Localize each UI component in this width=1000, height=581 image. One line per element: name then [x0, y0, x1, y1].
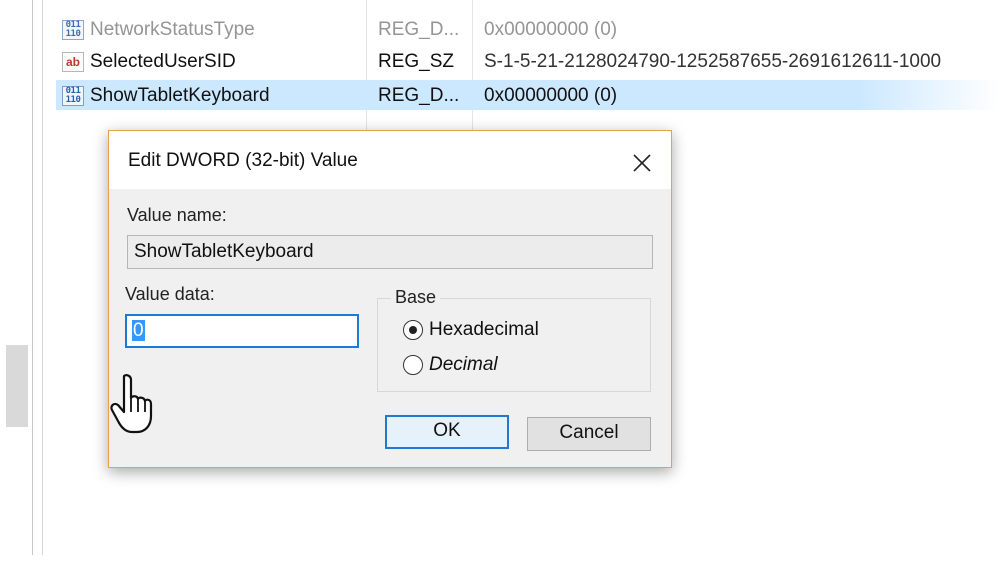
value-data-input[interactable]: 0 [125, 314, 359, 348]
value-data: 0x00000000 (0) [484, 19, 618, 40]
dialog-titlebar[interactable]: Edit DWORD (32-bit) Value [109, 131, 671, 189]
hand-pointer-cursor-icon [110, 374, 153, 434]
radio-circle-icon [403, 355, 423, 375]
registry-value-row-selected[interactable]: 011 110 ShowTabletKeyboard REG_D... 0x000… [56, 80, 1000, 110]
radio-circle-icon [403, 320, 423, 340]
string-value-icon: ab [62, 52, 84, 72]
registry-value-row[interactable]: 011 110 NetworkStatusType REG_D... 0x0000… [56, 14, 1000, 44]
value-type: REG_D... [378, 85, 460, 106]
ok-button[interactable]: OK [385, 415, 509, 449]
value-data-text: 0 [132, 320, 145, 341]
value-data-label: Value data: [125, 284, 215, 304]
close-button[interactable] [621, 145, 661, 179]
pane-border [42, 0, 43, 555]
base-label: Base [391, 287, 441, 308]
cancel-button[interactable]: Cancel [527, 417, 651, 451]
decimal-label: Decimal [429, 354, 498, 375]
binary-value-icon: 011 110 [62, 20, 84, 40]
value-name: ShowTabletKeyboard [90, 85, 270, 106]
base-groupbox [377, 298, 651, 392]
close-icon [633, 154, 651, 172]
hexadecimal-label: Hexadecimal [429, 319, 539, 340]
value-type: REG_D... [378, 19, 460, 40]
dialog-title: Edit DWORD (32-bit) Value [128, 150, 358, 171]
radio-selected-dot [409, 326, 417, 334]
tree-scrollbar-thumb[interactable] [6, 345, 28, 427]
value-name-label: Value name: [127, 205, 227, 225]
value-type: REG_SZ [378, 51, 455, 72]
pane-splitter[interactable] [32, 0, 33, 555]
value-data: S-1-5-21-2128024790-1252587655-269161261… [484, 51, 942, 72]
value-name: SelectedUserSID [90, 51, 236, 72]
edit-dword-dialog: Edit DWORD (32-bit) Value Value name: Sh… [108, 130, 672, 468]
value-name: NetworkStatusType [90, 19, 255, 40]
value-name-field: ShowTabletKeyboard [127, 235, 653, 269]
binary-value-icon: 011 110 [62, 86, 84, 106]
registry-value-row[interactable]: ab SelectedUserSID REG_SZ S-1-5-21-21280… [56, 46, 1000, 76]
value-data: 0x00000000 (0) [484, 85, 618, 106]
